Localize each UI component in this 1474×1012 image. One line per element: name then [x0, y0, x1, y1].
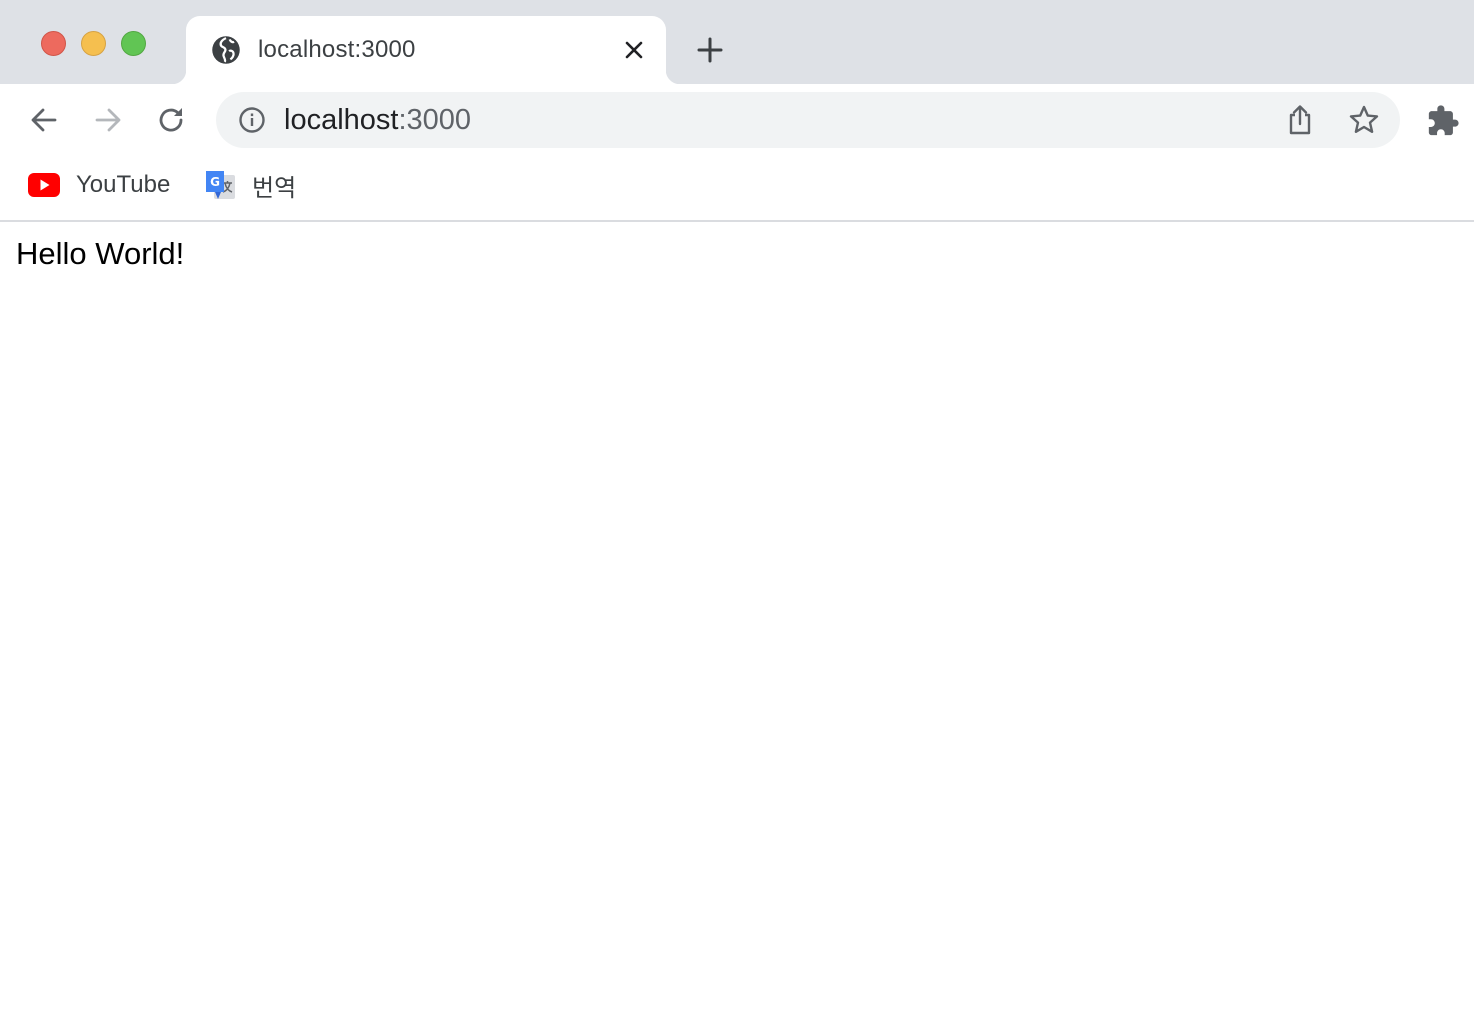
window-minimize-button[interactable] [81, 31, 106, 56]
forward-arrow-icon[interactable] [92, 104, 124, 136]
extensions-puzzle-icon[interactable] [1426, 104, 1460, 138]
window-maximize-button[interactable] [121, 31, 146, 56]
navigation-toolbar: localhost:3000 [0, 84, 1474, 156]
bookmark-label: 번역 [252, 174, 297, 202]
share-icon[interactable] [1286, 104, 1314, 136]
bookmark-label: YouTube [76, 171, 171, 198]
url-text[interactable]: localhost:3000 [284, 104, 471, 136]
globe-icon [212, 36, 240, 64]
close-tab-icon[interactable] [622, 38, 646, 62]
window-close-button[interactable] [41, 31, 66, 56]
bookmark-star-icon[interactable] [1348, 104, 1380, 136]
tab-strip: localhost:3000 [0, 0, 1474, 84]
bookmarks-bar: YouTube G 번역 [0, 156, 1474, 222]
svg-text:G: G [210, 175, 220, 189]
tab-title: localhost:3000 [258, 36, 416, 63]
url-host: localhost [284, 104, 399, 136]
back-arrow-icon[interactable] [28, 104, 60, 136]
url-port: :3000 [398, 104, 472, 136]
reload-icon[interactable] [156, 104, 188, 136]
info-icon[interactable] [238, 106, 266, 134]
new-tab-plus-icon[interactable] [696, 36, 724, 64]
tab-localhost[interactable]: localhost:3000 [172, 16, 680, 84]
google-translate-icon: G [206, 171, 235, 199]
youtube-icon [28, 173, 60, 197]
bookmark-translate[interactable]: G 번역 [204, 168, 296, 202]
page-content: Hello World! [0, 222, 1474, 1012]
page-text: Hello World! [16, 236, 185, 271]
address-bar[interactable]: localhost:3000 [216, 92, 1400, 148]
bookmark-youtube[interactable]: YouTube [28, 168, 170, 202]
browser-window: localhost:3000 localhost:3000 YouTube G … [0, 0, 1474, 1012]
